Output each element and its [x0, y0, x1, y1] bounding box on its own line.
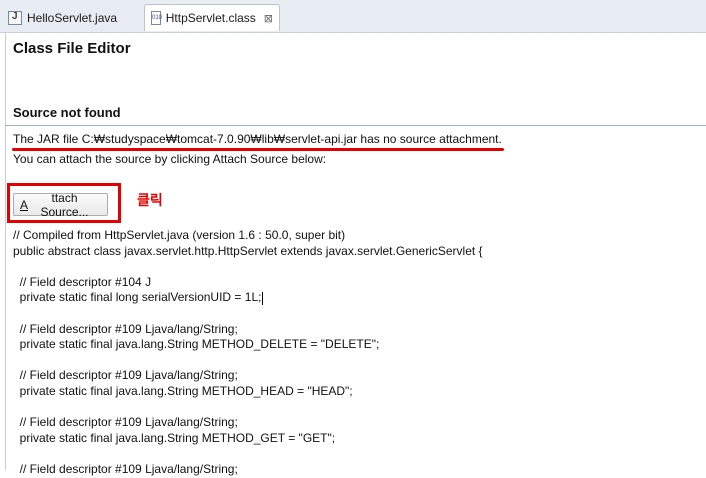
tab-label: HttpServlet.class: [165, 11, 256, 25]
attach-instructions: You can attach the source by clicking At…: [13, 152, 327, 166]
bytecode-listing[interactable]: // Compiled from HttpServlet.java (versi…: [13, 228, 483, 478]
source-not-found-heading: Source not found: [13, 105, 121, 120]
java-file-icon: [8, 10, 22, 25]
editor-border: [5, 33, 6, 470]
code-line: public abstract class javax.servlet.http…: [13, 243, 483, 258]
jar-message: The JAR file C:₩studyspace₩tomcat-7.0.90…: [13, 132, 502, 146]
red-underline-annotation: [12, 148, 504, 151]
code-line: // Compiled from HttpServlet.java (versi…: [13, 228, 346, 242]
code-line: private static final java.lang.String ME…: [13, 337, 380, 352]
class-file-icon: [151, 11, 162, 25]
close-icon[interactable]: ⊠: [264, 12, 273, 25]
code-line: // Field descriptor #109 Ljava/lang/Stri…: [13, 368, 238, 383]
text-cursor: [262, 291, 264, 305]
attach-mnemonic: A: [20, 197, 29, 212]
code-line: private static final long serialVersionU…: [13, 290, 264, 305]
code-line: private static final java.lang.String ME…: [13, 430, 336, 445]
code-line: // Field descriptor #109 Ljava/lang/Stri…: [13, 415, 238, 430]
tab-http-servlet-class[interactable]: HttpServlet.class ⊠: [144, 4, 280, 31]
click-annotation-label: 클릭: [137, 193, 163, 209]
editor-tab-bar: HelloServlet.java HttpServlet.class ⊠: [0, 0, 706, 33]
tab-hello-servlet[interactable]: HelloServlet.java: [2, 4, 142, 31]
page-title: Class File Editor: [13, 40, 131, 57]
code-line: // Field descriptor #109 Ljava/lang/Stri…: [13, 321, 238, 336]
attach-source-button[interactable]: Attach Source...: [13, 190, 108, 219]
attach-button-label: ttach Source...: [40, 190, 89, 219]
code-line: // Field descriptor #104 J: [13, 274, 152, 289]
section-divider: [5, 125, 706, 126]
tab-label: HelloServlet.java: [27, 10, 118, 25]
code-line: private static final java.lang.String ME…: [13, 383, 353, 398]
